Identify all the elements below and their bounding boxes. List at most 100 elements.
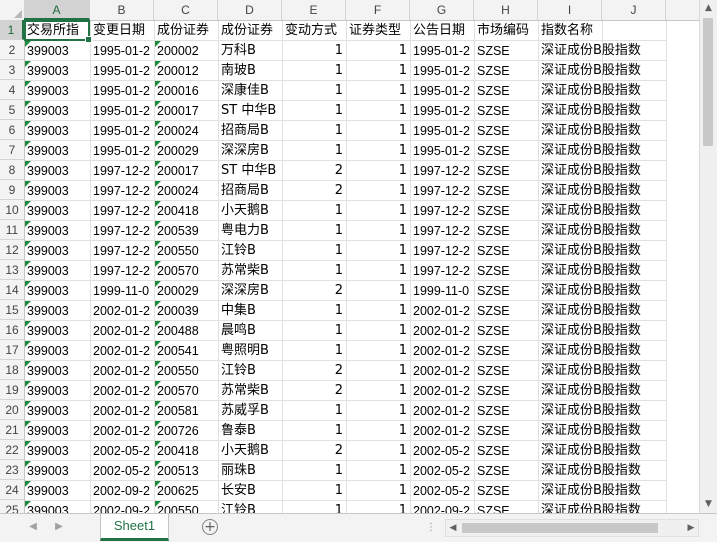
cell-h[interactable]: SZSE xyxy=(475,321,539,341)
cell-h[interactable]: SZSE xyxy=(475,221,539,241)
cell-d[interactable]: 招商局B xyxy=(219,181,283,201)
cell-a[interactable]: 399003 xyxy=(25,381,91,401)
cell-b[interactable]: 2002-09-2 xyxy=(91,501,155,513)
row-header-8[interactable]: 8 xyxy=(0,160,24,180)
cell-i[interactable]: 深证成份B股指数 xyxy=(539,281,641,301)
cell-h[interactable]: SZSE xyxy=(475,141,539,161)
cell-b[interactable]: 1995-01-2 xyxy=(91,41,155,61)
cell-e[interactable]: 1 xyxy=(283,81,347,101)
cell-a[interactable]: 399003 xyxy=(25,301,91,321)
cell-a[interactable]: 399003 xyxy=(25,241,91,261)
row-header-12[interactable]: 12 xyxy=(0,240,24,260)
cell-g[interactable]: 2002-01-2 xyxy=(411,321,475,341)
header-cell-c[interactable]: 成份证券 xyxy=(155,21,219,41)
next-sheet-arrow-icon[interactable]: ▶ xyxy=(52,520,66,534)
cell-i[interactable]: 深证成份B股指数 xyxy=(539,301,641,321)
row-header-23[interactable]: 23 xyxy=(0,460,24,480)
row-header-6[interactable]: 6 xyxy=(0,120,24,140)
cell-i[interactable]: 深证成份B股指数 xyxy=(539,381,641,401)
cell-f[interactable]: 1 xyxy=(347,341,411,361)
row-header-24[interactable]: 24 xyxy=(0,480,24,500)
cell-f[interactable]: 1 xyxy=(347,441,411,461)
cell-a[interactable]: 399003 xyxy=(25,41,91,61)
cell-a[interactable]: 399003 xyxy=(25,81,91,101)
cell-h[interactable]: SZSE xyxy=(475,301,539,321)
cell-h[interactable]: SZSE xyxy=(475,121,539,141)
cell-f[interactable]: 1 xyxy=(347,421,411,441)
cell-c[interactable]: 200488 xyxy=(155,321,219,341)
cell-f[interactable]: 1 xyxy=(347,161,411,181)
cell-h[interactable]: SZSE xyxy=(475,101,539,121)
row-header-11[interactable]: 11 xyxy=(0,220,24,240)
cell-f[interactable]: 1 xyxy=(347,481,411,501)
cell-g[interactable]: 1995-01-2 xyxy=(411,61,475,81)
cell-c[interactable]: 200418 xyxy=(155,441,219,461)
cell-b[interactable]: 2002-09-2 xyxy=(91,481,155,501)
cell-a[interactable]: 399003 xyxy=(25,501,91,513)
row-header-3[interactable]: 3 xyxy=(0,60,24,80)
cell-d[interactable]: 苏常柴B xyxy=(219,261,283,281)
cell-d[interactable]: 江铃B xyxy=(219,501,283,513)
cell-j[interactable] xyxy=(603,441,667,461)
cell-b[interactable]: 1995-01-2 xyxy=(91,121,155,141)
cell-d[interactable]: 招商局B xyxy=(219,121,283,141)
row-header-9[interactable]: 9 xyxy=(0,180,24,200)
cell-e[interactable]: 1 xyxy=(283,301,347,321)
column-header-b[interactable]: B xyxy=(90,0,154,20)
cell-d[interactable]: 万科B xyxy=(219,41,283,61)
column-header-d[interactable]: D xyxy=(218,0,282,20)
cell-f[interactable]: 1 xyxy=(347,121,411,141)
horizontal-scroll-thumb[interactable] xyxy=(462,523,658,533)
cell-b[interactable]: 1995-01-2 xyxy=(91,61,155,81)
cell-b[interactable]: 2002-05-2 xyxy=(91,441,155,461)
cell-i[interactable]: 深证成份B股指数 xyxy=(539,61,641,81)
cell-j[interactable] xyxy=(603,121,667,141)
cell-b[interactable]: 1995-01-2 xyxy=(91,141,155,161)
column-header-c[interactable]: C xyxy=(154,0,218,20)
cell-e[interactable]: 1 xyxy=(283,61,347,81)
cell-j[interactable] xyxy=(603,61,667,81)
cell-f[interactable]: 1 xyxy=(347,361,411,381)
cell-i[interactable]: 深证成份B股指数 xyxy=(539,441,641,461)
cell-d[interactable]: 粤电力B xyxy=(219,221,283,241)
cell-i[interactable]: 深证成份B股指数 xyxy=(539,501,641,513)
header-cell-a[interactable]: 交易所指 xyxy=(25,21,91,41)
cell-d[interactable]: 晨鸣B xyxy=(219,321,283,341)
row-header-17[interactable]: 17 xyxy=(0,340,24,360)
cell-b[interactable]: 1995-01-2 xyxy=(91,81,155,101)
cell-a[interactable]: 399003 xyxy=(25,481,91,501)
cell-e[interactable]: 2 xyxy=(283,161,347,181)
cell-c[interactable]: 200726 xyxy=(155,421,219,441)
cell-b[interactable]: 2002-01-2 xyxy=(91,421,155,441)
cell-j[interactable] xyxy=(603,341,667,361)
scroll-down-arrow-icon[interactable]: ▼ xyxy=(700,496,717,513)
cell-b[interactable]: 1997-12-2 xyxy=(91,201,155,221)
cell-g[interactable]: 1997-12-2 xyxy=(411,181,475,201)
cell-f[interactable]: 1 xyxy=(347,381,411,401)
cell-g[interactable]: 1999-11-0 xyxy=(411,281,475,301)
cell-h[interactable]: SZSE xyxy=(475,281,539,301)
cell-j[interactable] xyxy=(603,141,667,161)
column-header-g[interactable]: G xyxy=(410,0,474,20)
cell-e[interactable]: 1 xyxy=(283,101,347,121)
cell-h[interactable]: SZSE xyxy=(475,61,539,81)
cell-j[interactable] xyxy=(603,41,667,61)
cell-h[interactable]: SZSE xyxy=(475,341,539,361)
cell-g[interactable]: 2002-01-2 xyxy=(411,401,475,421)
cell-b[interactable]: 2002-01-2 xyxy=(91,301,155,321)
row-header-18[interactable]: 18 xyxy=(0,360,24,380)
cell-h[interactable]: SZSE xyxy=(475,441,539,461)
cell-g[interactable]: 1997-12-2 xyxy=(411,241,475,261)
cell-e[interactable]: 1 xyxy=(283,461,347,481)
cell-j[interactable] xyxy=(603,501,667,513)
cell-g[interactable]: 2002-01-2 xyxy=(411,381,475,401)
header-cell-j[interactable] xyxy=(603,21,667,41)
cell-h[interactable]: SZSE xyxy=(475,461,539,481)
cell-b[interactable]: 1997-12-2 xyxy=(91,241,155,261)
scroll-left-arrow-icon[interactable]: ◀ xyxy=(446,520,460,536)
column-header-a[interactable]: A xyxy=(24,0,90,20)
cell-e[interactable]: 1 xyxy=(283,321,347,341)
cell-c[interactable]: 200029 xyxy=(155,281,219,301)
cell-b[interactable]: 1997-12-2 xyxy=(91,221,155,241)
cell-j[interactable] xyxy=(603,301,667,321)
